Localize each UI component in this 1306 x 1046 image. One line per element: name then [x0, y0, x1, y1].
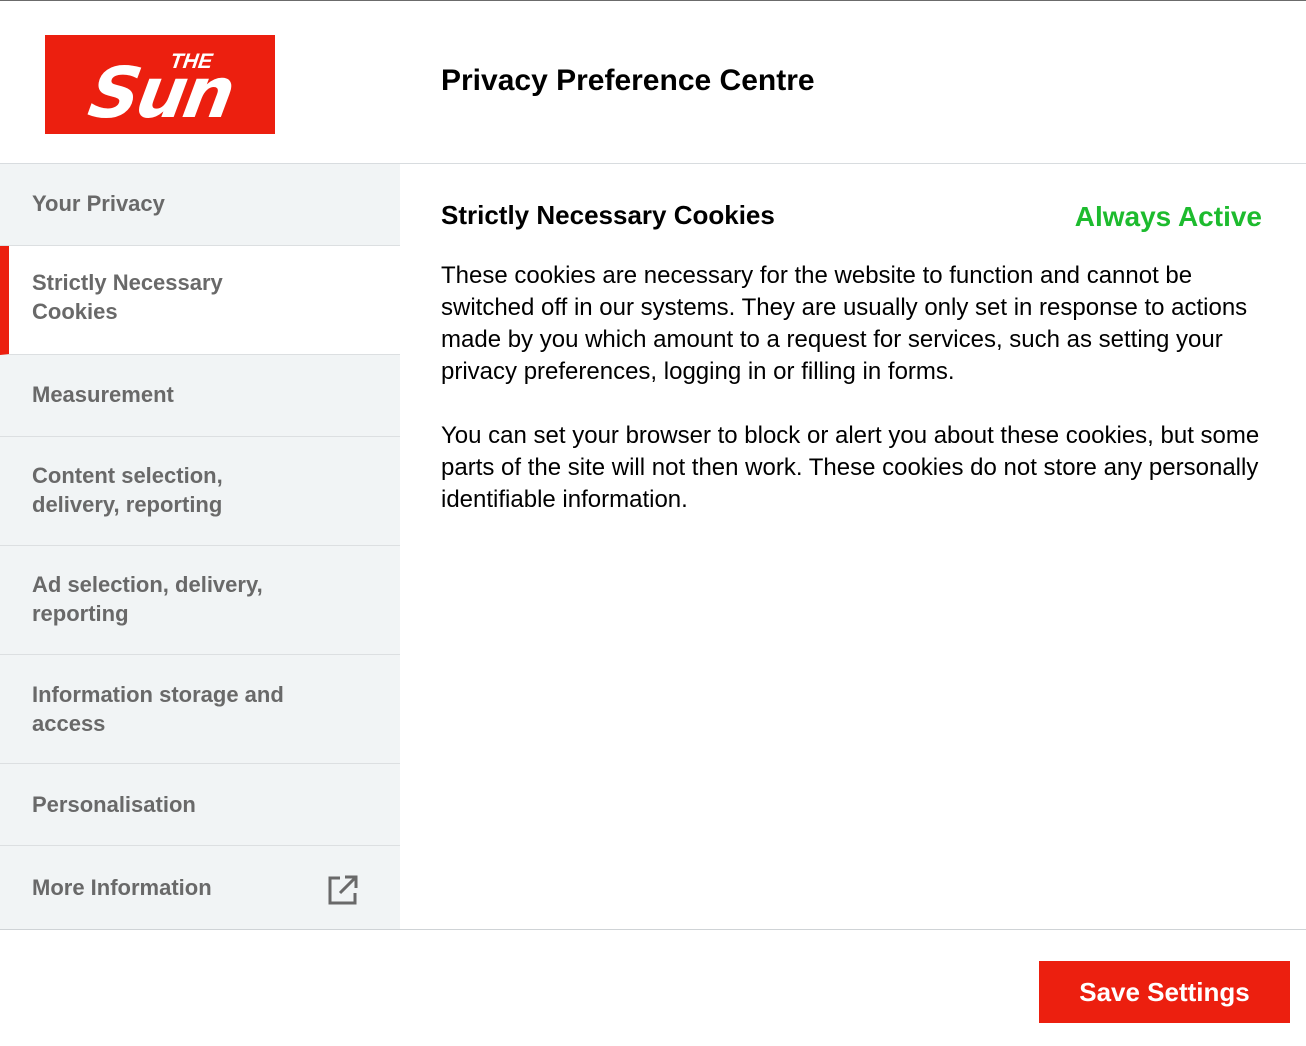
sidebar-item-label: Ad selection, delivery, reporting [32, 572, 263, 626]
sidebar-item-ad-selection[interactable]: Ad selection, delivery, reporting [0, 546, 400, 655]
sidebar-item-label: Measurement [32, 382, 174, 407]
sidebar-item-more-information[interactable]: More Information [0, 846, 400, 929]
sidebar-item-label: More Information [32, 875, 212, 900]
category-heading: Strictly Necessary Cookies [441, 200, 775, 230]
category-description-paragraph: These cookies are necessary for the webs… [441, 262, 1248, 385]
category-details-panel: Strictly Necessary Cookies Always Active… [400, 164, 1306, 929]
sidebar-item-label: Content selection, delivery, reporting [32, 463, 223, 517]
modal-header: THE Sun Privacy Preference Centre [0, 1, 1306, 164]
category-sidebar: Your Privacy Strictly Necessary Cookies … [0, 164, 400, 929]
sidebar-item-information-storage[interactable]: Information storage and access [0, 655, 400, 764]
sidebar-item-label: Personalisation [32, 792, 196, 817]
privacy-preference-modal: THE Sun Privacy Preference Centre Your P… [0, 0, 1306, 1046]
category-description-paragraph: You can set your browser to block or ale… [441, 422, 1260, 513]
page-title: Privacy Preference Centre [441, 64, 815, 97]
sidebar-item-label: Strictly Necessary Cookies [32, 270, 223, 324]
always-active-status: Always Active [1074, 201, 1262, 232]
sidebar-item-personalisation[interactable]: Personalisation [0, 764, 400, 846]
sidebar-item-content-selection[interactable]: Content selection, delivery, reporting [0, 437, 400, 546]
sidebar-item-label: Your Privacy [32, 191, 165, 216]
sidebar-item-your-privacy[interactable]: Your Privacy [0, 164, 400, 246]
external-link-icon [327, 874, 359, 911]
sidebar-item-label: Information storage and access [32, 682, 284, 736]
the-sun-logo: THE Sun [45, 35, 275, 134]
modal-footer: Save Settings [0, 929, 1306, 1046]
save-settings-button[interactable]: Save Settings [1039, 961, 1290, 1023]
sidebar-item-strictly-necessary-cookies[interactable]: Strictly Necessary Cookies [0, 246, 400, 355]
sidebar-item-measurement[interactable]: Measurement [0, 355, 400, 437]
logo-big-text: Sun [83, 52, 238, 133]
